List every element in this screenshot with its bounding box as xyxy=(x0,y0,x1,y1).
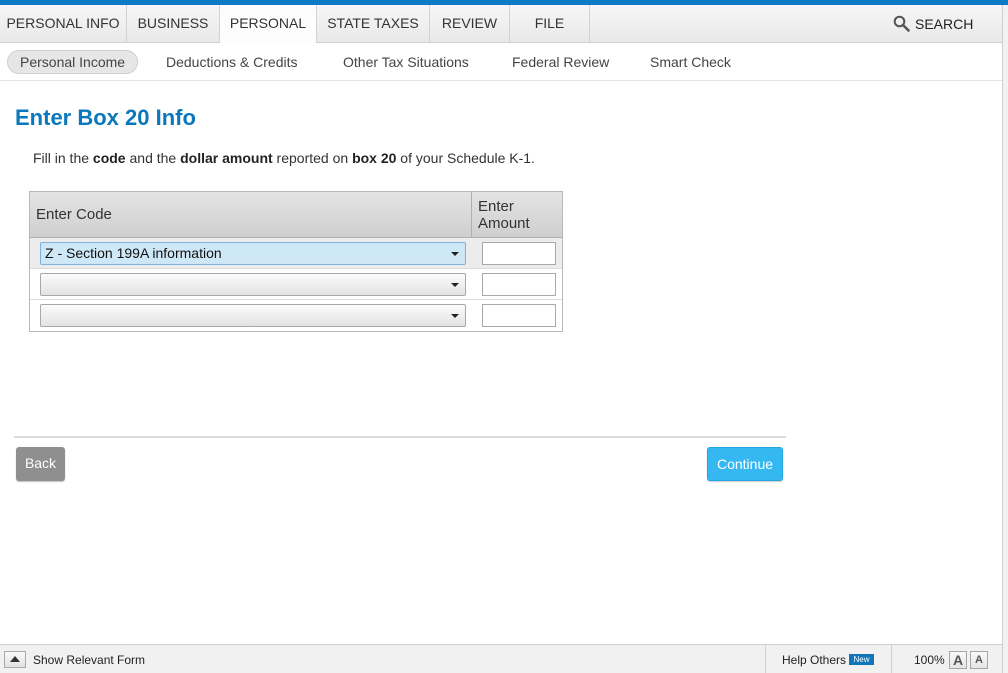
dropdown-arrow-icon xyxy=(451,314,459,318)
dropdown-arrow-icon xyxy=(451,283,459,287)
show-relevant-form-link[interactable]: Show Relevant Form xyxy=(33,653,145,667)
amount-input-2[interactable] xyxy=(482,273,556,296)
header-enter-code: Enter Code xyxy=(36,206,112,223)
table-row xyxy=(30,269,562,300)
box20-table: Enter Code Enter Amount Z - Section 199A… xyxy=(29,191,563,332)
main-nav: PERSONAL INFO BUSINESS PERSONAL STATE TA… xyxy=(0,5,1002,43)
footer-divider xyxy=(14,436,786,438)
code-dropdown-1[interactable]: Z - Section 199A information xyxy=(40,242,466,265)
code-dropdown-3[interactable] xyxy=(40,304,466,327)
table-row: Z - Section 199A information xyxy=(30,238,562,269)
subnav-personal-income[interactable]: Personal Income xyxy=(7,50,139,74)
tab-state-taxes[interactable]: STATE TAXES xyxy=(317,5,430,42)
tab-review[interactable]: REVIEW xyxy=(430,5,510,42)
continue-button[interactable]: Continue xyxy=(707,447,783,481)
back-button[interactable]: Back xyxy=(16,447,65,481)
triangle-up-icon xyxy=(10,656,20,662)
help-others-link[interactable]: Help Others xyxy=(782,653,846,667)
subnav-smart-check[interactable]: Smart Check xyxy=(650,50,731,74)
new-badge: New xyxy=(849,654,874,665)
status-bar: Show Relevant Form Help Others New 100% … xyxy=(0,644,1002,673)
table-header: Enter Code Enter Amount xyxy=(30,192,562,238)
zoom-level: 100% xyxy=(914,653,945,667)
tab-file[interactable]: FILE xyxy=(510,5,590,42)
show-form-toggle-button[interactable] xyxy=(4,651,26,668)
subnav-deductions-credits[interactable]: Deductions & Credits xyxy=(166,50,298,74)
table-row xyxy=(30,300,562,331)
search-icon xyxy=(893,15,910,32)
amount-input-1[interactable] xyxy=(482,242,556,265)
right-panel-edge xyxy=(1002,5,1008,673)
font-decrease-button[interactable]: A xyxy=(970,651,988,669)
search-label: SEARCH xyxy=(915,15,974,32)
code-value: Z - Section 199A information xyxy=(45,245,222,261)
search-button[interactable]: SEARCH xyxy=(893,5,973,42)
header-enter-amount: Enter Amount xyxy=(478,198,530,232)
page-title: Enter Box 20 Info xyxy=(15,105,196,130)
code-dropdown-2[interactable] xyxy=(40,273,466,296)
amount-input-3[interactable] xyxy=(482,304,556,327)
subnav-other-tax-situations[interactable]: Other Tax Situations xyxy=(343,50,469,74)
subnav-federal-review[interactable]: Federal Review xyxy=(512,50,609,74)
tab-business[interactable]: BUSINESS xyxy=(127,5,220,42)
tab-personal-info[interactable]: PERSONAL INFO xyxy=(0,5,127,42)
sub-nav: Personal Income Deductions & Credits Oth… xyxy=(0,43,1002,81)
tab-personal[interactable]: PERSONAL xyxy=(219,5,317,43)
dropdown-arrow-icon xyxy=(451,252,459,256)
font-increase-button[interactable]: A xyxy=(949,651,967,669)
instruction-text: Fill in the code and the dollar amount r… xyxy=(33,150,535,166)
